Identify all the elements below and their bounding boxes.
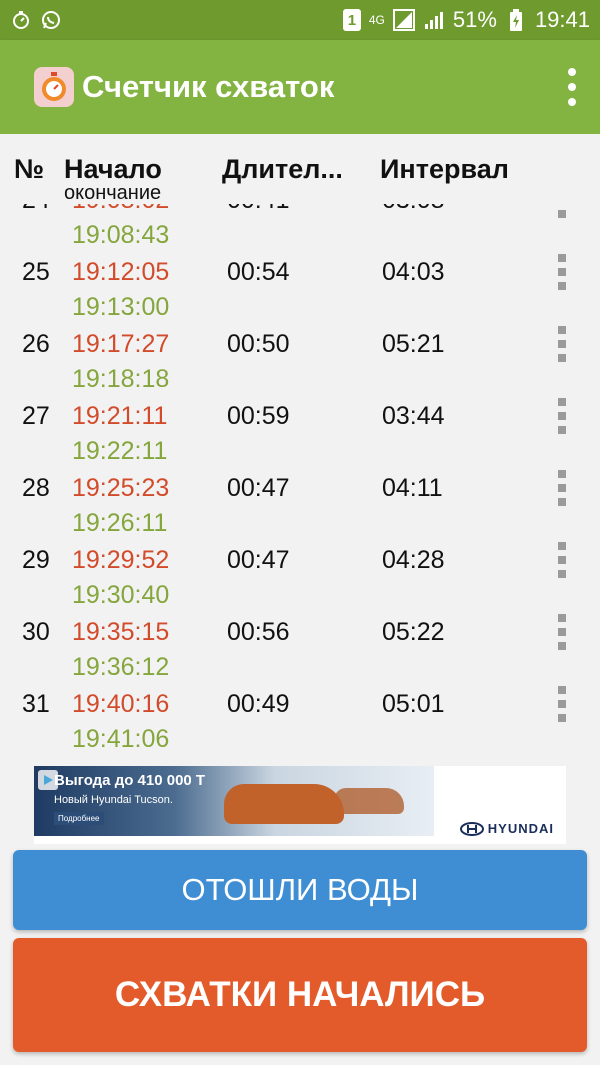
row-menu-icon[interactable] bbox=[555, 254, 569, 290]
table-row[interactable]: 31 19:40:16 19:41:06 00:49 05:01 bbox=[0, 680, 600, 753]
row-menu-icon[interactable] bbox=[555, 686, 569, 722]
header-number: № bbox=[14, 154, 45, 184]
row-duration: 00:41 bbox=[227, 204, 290, 215]
ad-car-image bbox=[334, 788, 404, 814]
row-interval: 05:01 bbox=[382, 690, 445, 718]
row-end-time: 19:18:18 bbox=[72, 365, 170, 393]
header-end: окончание bbox=[64, 182, 162, 204]
table-row[interactable]: 26 19:17:27 19:18:18 00:50 05:21 bbox=[0, 320, 600, 393]
hyundai-logo-icon bbox=[459, 821, 484, 836]
row-start-time: 19:29:52 bbox=[72, 546, 170, 574]
header-start: Начало bbox=[64, 154, 162, 184]
table-row[interactable]: 24 19:08:02 19:08:43 00:41 03:08 bbox=[0, 204, 600, 249]
battery-charging-icon bbox=[505, 9, 527, 31]
row-menu-icon[interactable] bbox=[555, 542, 569, 578]
whatsapp-icon bbox=[40, 9, 62, 31]
row-interval: 05:22 bbox=[382, 618, 445, 646]
row-number: 30 bbox=[22, 618, 50, 646]
row-end-time: 19:36:12 bbox=[72, 653, 170, 681]
row-duration: 00:49 bbox=[227, 690, 290, 718]
row-start-time: 19:08:02 bbox=[72, 204, 169, 215]
row-menu-icon[interactable] bbox=[555, 614, 569, 650]
ad-banner[interactable]: Выгода до 410 000 Т Новый Hyundai Tucson… bbox=[34, 766, 566, 844]
contractions-list[interactable]: 24 19:08:02 19:08:43 00:41 03:08 25 19:1… bbox=[0, 204, 600, 760]
table-header: № Начало окончание Длител... Интервал bbox=[0, 134, 600, 204]
ad-title: Выгода до 410 000 Т bbox=[54, 772, 206, 789]
battery-percent: 51% bbox=[452, 7, 497, 32]
row-menu-icon[interactable] bbox=[555, 470, 569, 506]
table-row[interactable]: 28 19:25:23 19:26:11 00:47 04:11 bbox=[0, 464, 600, 537]
row-end-time: 19:26:11 bbox=[72, 509, 168, 537]
row-number: 29 bbox=[22, 546, 50, 574]
overflow-menu-icon[interactable] bbox=[560, 62, 584, 112]
row-duration: 00:47 bbox=[227, 546, 290, 574]
row-start-time: 19:25:23 bbox=[72, 474, 170, 502]
row-interval: 04:03 bbox=[382, 258, 445, 286]
table-row[interactable]: 30 19:35:15 19:36:12 00:56 05:22 bbox=[0, 608, 600, 681]
row-number: 28 bbox=[22, 474, 50, 502]
row-interval: 04:28 bbox=[382, 546, 445, 574]
row-number: 25 bbox=[22, 258, 50, 286]
row-end-time: 19:41:06 bbox=[72, 725, 170, 753]
row-interval: 03:44 bbox=[382, 402, 445, 430]
network-type-label: 4G bbox=[368, 13, 385, 27]
signal-icon bbox=[392, 9, 415, 31]
row-number: 27 bbox=[22, 402, 50, 430]
row-duration: 00:50 bbox=[227, 330, 290, 358]
row-start-time: 19:35:15 bbox=[72, 618, 170, 646]
row-duration: 00:59 bbox=[227, 402, 290, 430]
row-start-time: 19:40:16 bbox=[72, 690, 170, 718]
row-duration: 00:56 bbox=[227, 618, 290, 646]
sim-icon: 1 bbox=[342, 9, 361, 31]
row-start-time: 19:21:11 bbox=[72, 402, 168, 430]
header-interval: Интервал bbox=[380, 154, 509, 184]
row-number: 31 bbox=[22, 690, 50, 718]
row-menu-icon[interactable] bbox=[555, 398, 569, 434]
waters-broke-button[interactable]: ОТОШЛИ ВОДЫ bbox=[13, 850, 587, 930]
row-interval: 03:08 bbox=[382, 204, 445, 215]
status-bar: 1 4G 51% 19:41 bbox=[0, 0, 600, 40]
app-bar: Счетчик схваток bbox=[0, 40, 600, 134]
table-row[interactable]: 27 19:21:11 19:22:11 00:59 03:44 bbox=[0, 392, 600, 465]
row-start-time: 19:17:27 bbox=[72, 330, 170, 358]
row-interval: 05:21 bbox=[382, 330, 445, 358]
row-end-time: 19:08:43 bbox=[72, 221, 170, 249]
ad-subtitle: Новый Hyundai Tucson. bbox=[54, 794, 173, 806]
ad-cta-button[interactable]: Подробнее bbox=[54, 812, 104, 825]
row-number: 24 bbox=[22, 204, 50, 215]
row-menu-icon[interactable] bbox=[555, 204, 569, 218]
clock: 19:41 bbox=[534, 7, 590, 32]
app-title: Счетчик схваток bbox=[82, 69, 335, 104]
row-duration: 00:54 bbox=[227, 258, 290, 286]
row-interval: 04:11 bbox=[382, 474, 443, 502]
row-end-time: 19:30:40 bbox=[72, 581, 170, 609]
contractions-started-button[interactable]: СХВАТКИ НАЧАЛИСЬ bbox=[13, 938, 587, 1052]
row-duration: 00:47 bbox=[227, 474, 290, 502]
row-start-time: 19:12:05 bbox=[72, 258, 170, 286]
cell-signal-icon bbox=[423, 9, 445, 31]
app-logo-icon bbox=[34, 67, 74, 107]
app-notification-icon bbox=[10, 9, 32, 31]
row-menu-icon[interactable] bbox=[555, 326, 569, 362]
header-duration: Длител... bbox=[222, 154, 343, 184]
ad-brand-label: HYUNDAI bbox=[487, 821, 554, 836]
row-number: 26 bbox=[22, 330, 50, 358]
table-row[interactable]: 29 19:29:52 19:30:40 00:47 04:28 bbox=[0, 536, 600, 609]
ad-brand: HYUNDAI bbox=[459, 821, 554, 836]
table-row[interactable]: 25 19:12:05 19:13:00 00:54 04:03 bbox=[0, 248, 600, 321]
row-end-time: 19:13:00 bbox=[72, 293, 170, 321]
row-end-time: 19:22:11 bbox=[72, 437, 168, 465]
ad-car-image bbox=[224, 784, 344, 824]
